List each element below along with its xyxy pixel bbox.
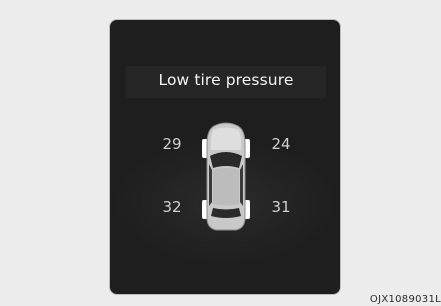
car-roof [213,168,239,206]
car-top-view-icon [202,122,250,231]
rear-left-tire-pressure: 32 [162,198,182,216]
car-hood [210,127,242,150]
front-left-tire-pressure: 29 [162,135,182,153]
front-right-tire-pressure: 24 [271,135,291,153]
cluster-display: Low tire pressure 29 24 32 31 [109,19,341,295]
warning-title: Low tire pressure [158,71,294,89]
car-rear-window [211,208,241,218]
car-right-window [240,164,243,206]
rear-right-tire-pressure: 31 [271,198,291,216]
figure-code: OJX1089031L [369,294,441,305]
car-left-window [209,164,212,206]
car-windshield [210,152,242,168]
